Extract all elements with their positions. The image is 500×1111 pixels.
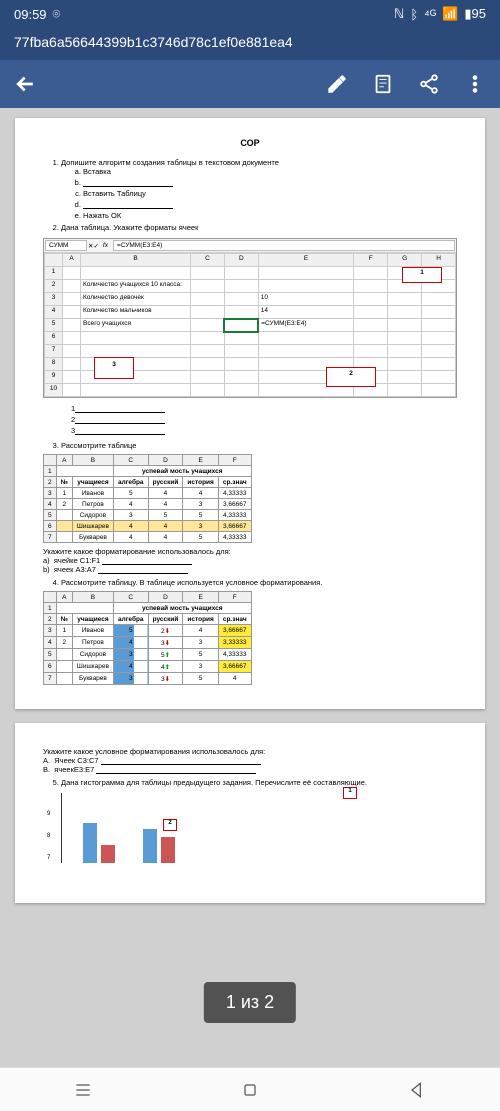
nav-bar: [0, 1067, 500, 1111]
read-icon[interactable]: [372, 73, 394, 95]
share-icon[interactable]: [418, 73, 440, 95]
toolbar: [0, 60, 500, 108]
callout-2: 2: [326, 367, 376, 387]
battery-icon: ▮95: [464, 6, 486, 22]
page-title: СОР: [43, 138, 457, 148]
q1-item-a: Вставка: [83, 167, 457, 176]
clock: 09:59: [14, 7, 47, 22]
more-icon[interactable]: [464, 73, 486, 95]
excel-screenshot-1: СУММ ✕ ✓ fx =СУММ(E3:E4) ABCDEFGH12Колич…: [43, 238, 457, 398]
table-1: ABCDEF1успевай мость учащихся2№учащиесяа…: [43, 454, 252, 543]
page-2: Укажите какое условное форматирования ис…: [15, 723, 485, 903]
question-3: Рассмотрите таблице: [61, 441, 457, 450]
question-2: Дана таблица. Укажите форматы ячеек: [61, 223, 457, 232]
address-bar[interactable]: 77fba6a56644399b1c3746d78c1ef0e881ea4: [0, 28, 500, 60]
network-icon: ⁴ᴳ: [424, 7, 436, 22]
chart: 7 8 9 1 2: [43, 793, 457, 863]
question-5: Дана гистограмма для таблицы предыдущего…: [61, 778, 457, 787]
signal-icon: 📶: [442, 6, 458, 22]
status-bar: 09:59 ⌾ ℕ ᛒ ⁴ᴳ 📶 ▮95: [0, 0, 500, 28]
name-box: СУММ: [45, 240, 87, 251]
edit-icon[interactable]: [326, 73, 348, 95]
callout-1: 1: [402, 267, 442, 283]
page-indicator: 1 из 2: [204, 982, 296, 1023]
question-cond: Укажите какое условное форматирования ис…: [43, 747, 457, 774]
nav-back-icon[interactable]: [407, 1080, 427, 1100]
formula-bar: =СУММ(E3:E4): [113, 240, 455, 251]
nfc-icon: ℕ: [394, 6, 404, 22]
q1-item-d: [83, 200, 457, 209]
answers-1: 1 2 3: [71, 404, 457, 435]
question-4: Рассмотрите таблицу. В таблице используе…: [61, 578, 457, 587]
q1-item-e: Нажать ОК: [83, 211, 457, 220]
q1-item-b: [83, 178, 457, 187]
page-1: СОР Допишите алгоритм создания таблицы в…: [15, 118, 485, 709]
question-1: Допишите алгоритм создания таблицы в тек…: [61, 158, 457, 220]
fx-icon: fx: [99, 242, 112, 249]
whatsapp-icon: ⌾: [53, 6, 61, 22]
document-viewport[interactable]: СОР Допишите алгоритм создания таблицы в…: [0, 108, 500, 1068]
recent-icon[interactable]: [73, 1080, 93, 1100]
back-icon[interactable]: [14, 73, 36, 95]
q1-item-c: Вставить Таблицу: [83, 189, 457, 198]
question-3b: Укажите какое форматирование использовал…: [43, 547, 457, 574]
home-icon[interactable]: [240, 1080, 260, 1100]
table-2: ABCDEF1успевай мость учащихся2№учащиесяа…: [43, 591, 252, 685]
bluetooth-icon: ᛒ: [410, 7, 418, 22]
callout-3: 3: [94, 357, 134, 379]
